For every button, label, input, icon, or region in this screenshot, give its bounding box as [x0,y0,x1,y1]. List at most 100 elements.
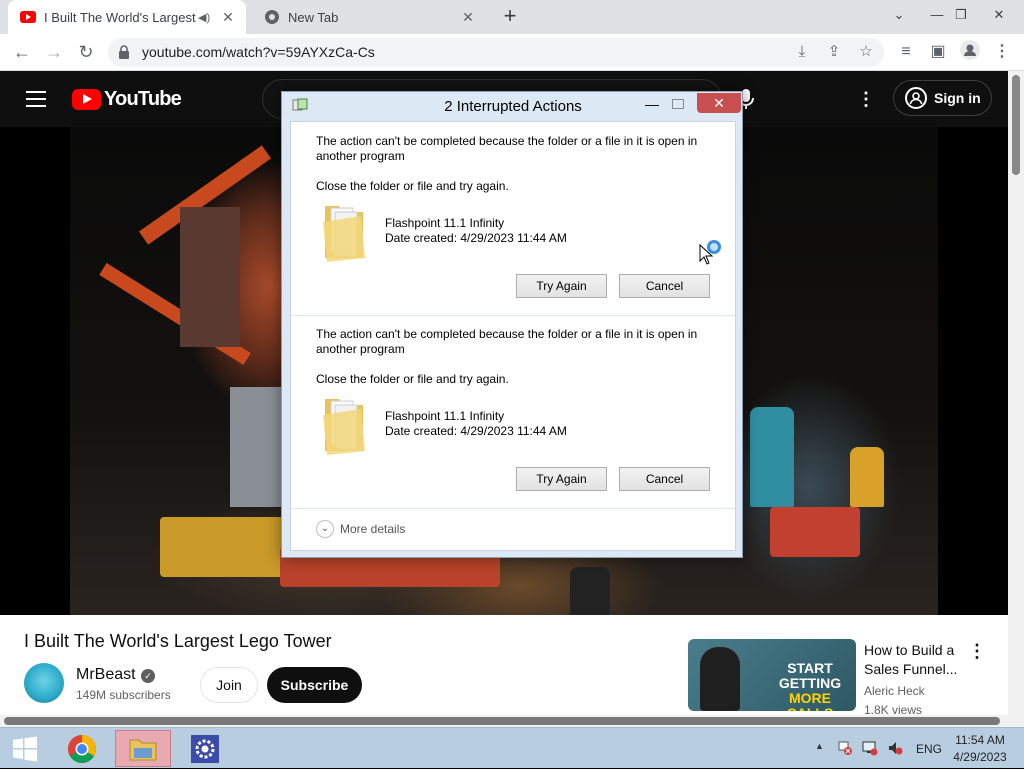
person [570,567,610,615]
thumbnail-text: START GETTING MORE CALLS [778,660,842,712]
video-info: I Built The World's Largest Lego Tower M… [0,615,1008,717]
more-details-label: More details [340,522,406,536]
instruction-text: Close the folder or file and try again. [316,372,509,386]
lego-pile [770,507,860,557]
recommendation-more-icon[interactable]: ⋮ [968,641,986,661]
start-button[interactable] [0,728,50,769]
youtube-favicon-icon [20,9,36,25]
bookmark-star-icon[interactable]: ☆ [856,42,876,62]
chrome-favicon-icon [264,9,280,25]
youtube-play-icon [72,89,101,110]
folder-icon [129,739,157,760]
channel-name[interactable]: MrBeast [76,666,136,684]
sign-in-button[interactable]: Sign in [893,80,992,116]
interrupted-actions-dialog: 2 Interrupted Actions — ✕ The action can… [281,91,743,558]
subscribe-button[interactable]: Subscribe [267,667,362,703]
profile-icon[interactable] [958,40,982,64]
recommendation-channel[interactable]: Aleric Heck [864,684,925,698]
scrollbar-thumb[interactable] [1012,75,1020,175]
taskbar-file-explorer[interactable] [115,730,171,767]
back-button[interactable]: ← [10,40,34,64]
youtube-logo[interactable]: YouTube [72,88,182,111]
try-again-button[interactable]: Try Again [516,467,607,491]
conflict-item: The action can't be completed because th… [291,315,735,507]
tab-title: I Built The World's Largest Le [44,9,198,25]
clock-date[interactable]: 4/29/2023 [950,750,1010,764]
new-tab-button[interactable]: + [498,5,522,29]
person [850,447,884,507]
conflict-item: The action can't be completed because th… [291,122,735,314]
language-indicator[interactable]: ENG [916,742,942,756]
tab-new-tab[interactable]: New Tab ✕ [252,0,486,34]
tab-close-icon[interactable]: ✕ [220,9,236,25]
tab-youtube[interactable]: I Built The World's Largest Le ◀) ✕ [8,0,246,34]
speaker-icon[interactable]: ◀) [198,11,212,24]
cancel-button[interactable]: Cancel [619,467,710,491]
volume-muted-icon[interactable] [887,740,903,756]
cancel-button[interactable]: Cancel [619,274,710,298]
url-text: youtube.com/watch?v=59AYXzCa-Cs [142,44,375,60]
join-button[interactable]: Join [200,667,258,703]
scrollbar-thumb[interactable] [4,717,1000,725]
restore-button[interactable]: ❐ [946,2,976,28]
dialog-close-button[interactable]: ✕ [697,93,741,113]
vertical-scrollbar[interactable] [1008,71,1024,715]
channel-avatar[interactable] [24,663,64,703]
video-title: I Built The World's Largest Lego Tower [24,631,332,651]
clock-time[interactable]: 11:54 AM [950,733,1010,747]
taskbar-chrome[interactable] [54,730,110,767]
forward-button[interactable]: → [42,40,66,64]
verified-check-icon: ✓ [141,669,155,683]
close-window-button[interactable]: ✕ [984,2,1014,28]
gear-icon [191,734,219,763]
dialog-maximize-button[interactable] [668,95,688,113]
side-panel-icon[interactable]: ▣ [926,40,950,64]
tab-strip: I Built The World's Largest Le ◀) ✕ New … [0,0,1024,34]
address-bar[interactable]: youtube.com/watch?v=59AYXzCa-Cs ⤓ ⇪ ☆ [108,38,884,67]
person [750,407,794,507]
error-message: The action can't be completed because th… [316,134,698,163]
chrome-menu-icon[interactable]: ⋮ [990,40,1014,64]
browser-toolbar: ← → ↻ youtube.com/watch?v=59AYXzCa-Cs ⤓ … [0,34,1024,71]
horizontal-scrollbar[interactable] [0,715,1024,727]
error-message: The action can't be completed because th… [316,327,698,356]
file-name: Flashpoint 11.1 Infinity [385,409,505,423]
tab-title: New Tab [288,9,339,25]
network-icon[interactable] [862,740,878,756]
dialog-minimize-button[interactable]: — [642,95,662,113]
windows-logo-icon [13,736,37,761]
file-date: Date created: 4/29/2023 11:44 AM [385,424,567,438]
tab-close-icon[interactable]: ✕ [460,9,476,25]
file-date: Date created: 4/29/2023 11:44 AM [385,231,567,245]
busy-indicator-icon [707,240,721,254]
more-details-toggle[interactable]: ⌄ More details [316,520,405,538]
thumbnail-person [700,647,740,711]
recommendation-title[interactable]: How to Build a Sales Funnel... [864,641,964,679]
hamburger-menu-icon[interactable] [26,91,46,107]
show-hidden-icons-button[interactable]: ▲ [815,741,824,751]
install-icon[interactable]: ⤓ [792,42,812,62]
share-icon[interactable]: ⇪ [824,42,844,62]
logo-text: YouTube [104,88,182,110]
folder-icon [323,206,365,262]
media-control-icon[interactable]: ≡ [894,40,918,64]
instruction-text: Close the folder or file and try again. [316,179,509,193]
chevron-down-icon: ⌄ [316,520,334,538]
chrome-icon [68,734,96,763]
subscriber-count: 149M subscribers [76,688,171,702]
settings-more-icon[interactable]: ⋮ [856,87,876,111]
folder-icon [323,399,365,455]
try-again-button[interactable]: Try Again [516,274,607,298]
taskbar-settings[interactable] [177,730,233,767]
account-icon [905,87,927,109]
recommendation-thumbnail[interactable]: START GETTING MORE CALLS [688,639,856,711]
reload-button[interactable]: ↻ [74,40,98,64]
divider [291,508,735,509]
flag-error-icon[interactable] [837,740,853,756]
lock-icon [119,45,129,59]
crane-body [180,207,240,347]
file-name: Flashpoint 11.1 Infinity [385,216,505,230]
sign-in-label: Sign in [934,90,981,106]
tab-search-chevron-icon[interactable]: ⌄ [884,2,914,28]
taskbar: ▲ ENG 11:54 AM 4/29/2023 [0,727,1024,768]
